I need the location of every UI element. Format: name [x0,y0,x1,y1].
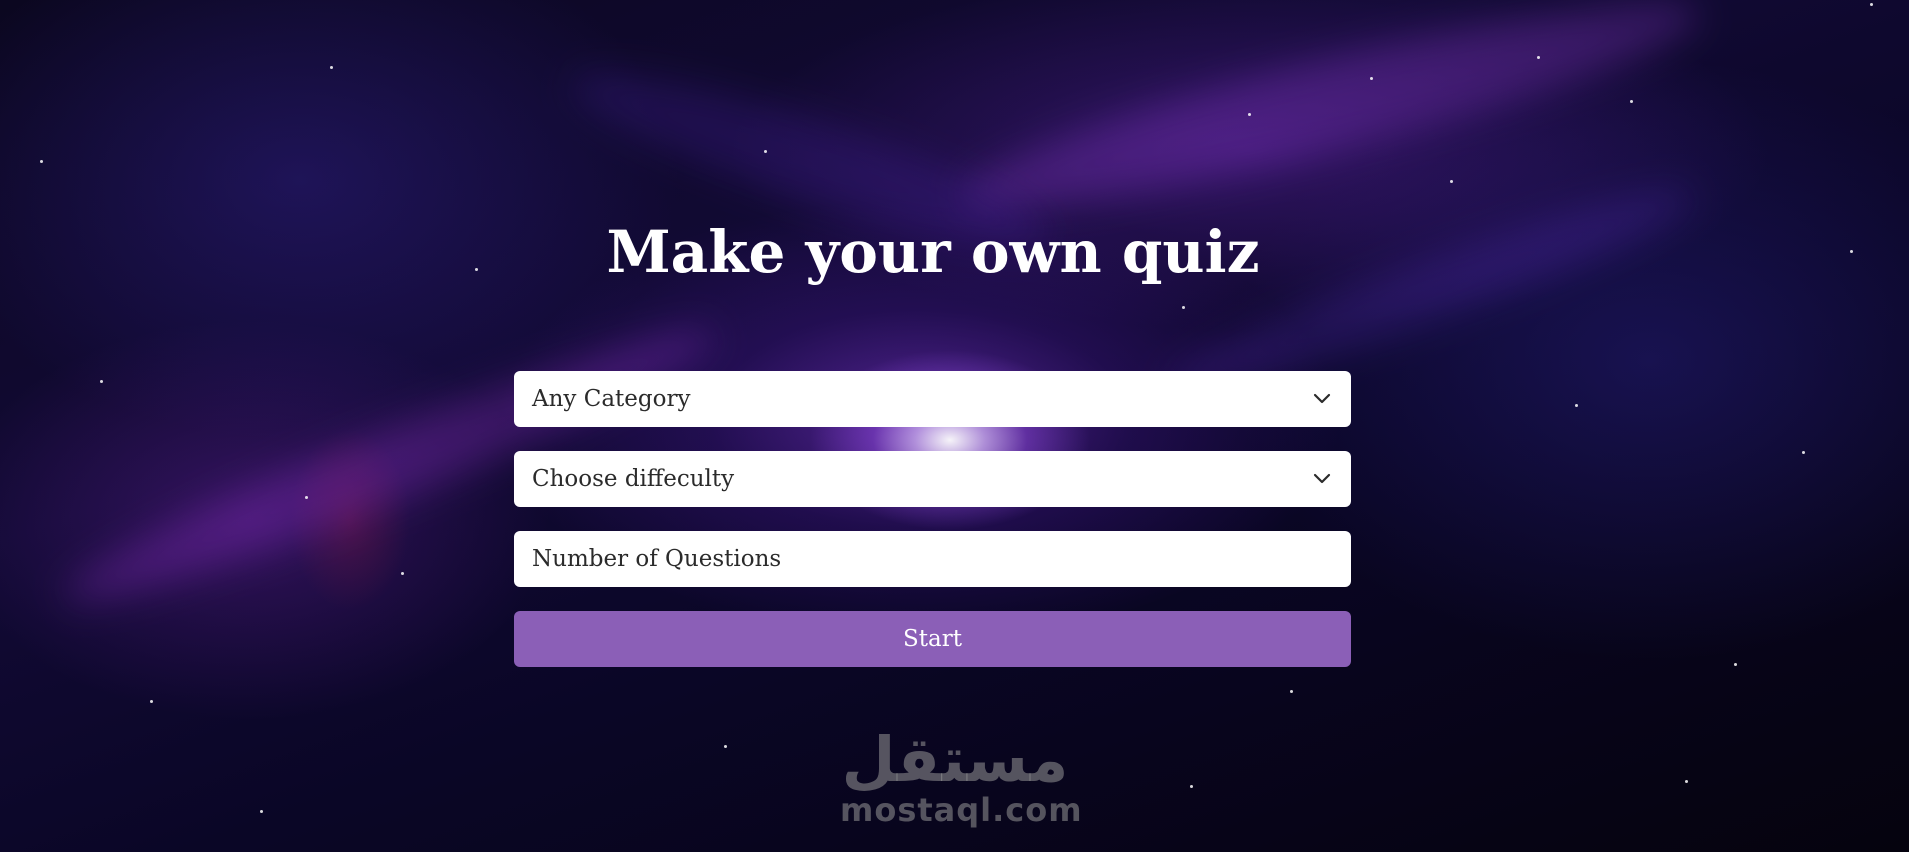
page-title: Make your own quiz [606,218,1260,286]
watermark-latin: mostaql.com [840,791,1083,829]
watermark-arabic: مستقل [841,723,1069,796]
difficulty-select[interactable]: Choose diffeculty [514,451,1351,507]
start-button[interactable]: Start [514,611,1351,667]
category-selected-value: Any Category [532,386,691,412]
questions-field [514,531,1351,587]
mostaql-watermark: مستقل mostaql.com [840,723,1083,829]
quiz-setup: Make your own quiz Any Category Choose d… [0,0,1909,852]
chevron-down-icon [1311,388,1333,410]
difficulty-selected-value: Choose diffeculty [532,466,735,492]
category-select[interactable]: Any Category [514,371,1351,427]
chevron-down-icon [1311,468,1333,490]
number-of-questions-input[interactable] [532,546,1333,572]
